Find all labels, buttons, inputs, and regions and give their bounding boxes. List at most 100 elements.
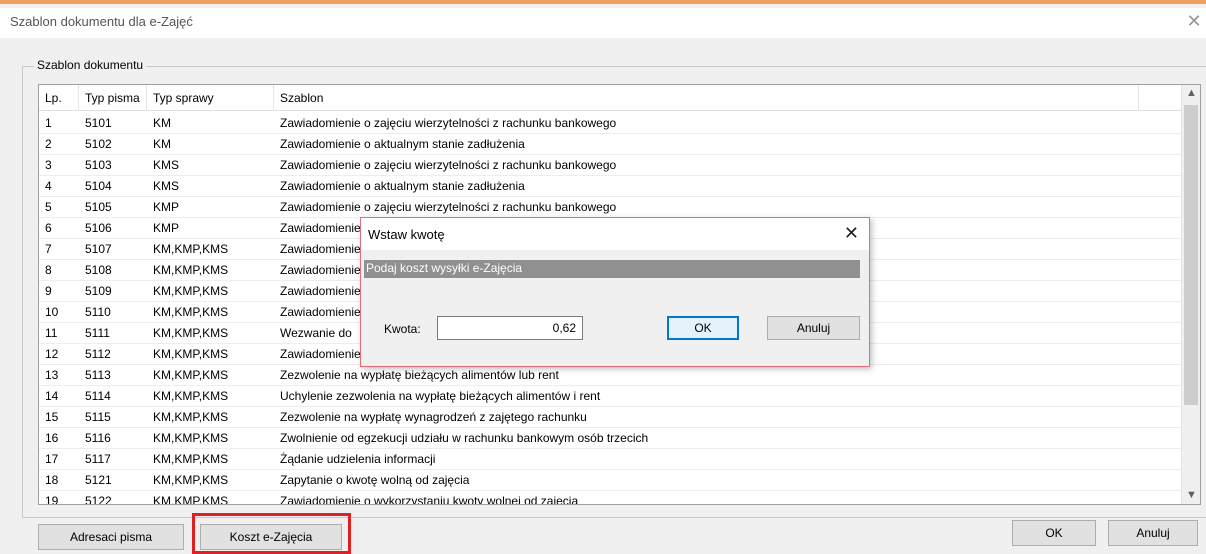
row-typ-pisma: 5110 — [85, 305, 111, 319]
row-typ-pisma: 5116 — [85, 431, 111, 445]
row-typ-sprawy: KMS — [153, 158, 180, 172]
table-row[interactable]: 14 5114 KM,KMP,KMS Uchylenie zezwolenia na … — [39, 386, 1182, 407]
row-typ-sprawy: KM,KMP,KMS — [153, 347, 229, 361]
row-typ-sprawy: KM,KMP,KMS — [153, 305, 229, 319]
row-lp: 1 — [45, 116, 52, 130]
row-lp: 12 — [45, 347, 59, 361]
row-lp: 2 — [45, 137, 52, 151]
row-typ-pisma: 5117 — [85, 452, 111, 466]
column-header-typ-pisma[interactable]: Typ pisma — [79, 85, 147, 111]
row-typ-sprawy: KMP — [153, 221, 180, 235]
row-typ-sprawy: KM,KMP,KMS — [153, 473, 229, 487]
row-lp: 9 — [45, 284, 52, 298]
scroll-thumb[interactable] — [1184, 105, 1198, 405]
row-typ-sprawy: KM,KMP,KMS — [153, 326, 229, 340]
close-icon[interactable]: ✕ — [1184, 11, 1204, 32]
row-szablon: Zawiadomienie o wykorzystaniu kwoty woln… — [280, 494, 579, 505]
row-szablon: Żądanie udzielenia informacji — [280, 452, 436, 466]
table-row[interactable]: 1 5101 KM Zawiadomienie o zajęciu wierzytel… — [39, 113, 1182, 134]
row-szablon: Uchylenie zezwolenia na wypłatę bieżącyc… — [280, 389, 601, 403]
vertical-scrollbar[interactable]: ▲ ▼ — [1181, 85, 1200, 504]
dialog-title-bar: Wstaw kwotę ✕ — [361, 218, 869, 250]
table-row[interactable]: 15 5115 KM,KMP,KMS Zezwolenie na wypłatę wy… — [39, 407, 1182, 428]
row-szablon: Zapytanie o kwotę wolną od zajęcia — [280, 473, 470, 487]
row-typ-pisma: 5108 — [85, 263, 112, 277]
table-row[interactable]: 17 5117 KM,KMP,KMS Żądanie udzielenia infor… — [39, 449, 1182, 470]
row-szablon: Zwolnienie od egzekucji udziału w rachun… — [280, 431, 649, 445]
row-typ-sprawy: KM,KMP,KMS — [153, 431, 229, 445]
row-lp: 14 — [45, 389, 59, 403]
table-row[interactable]: 18 5121 KM,KMP,KMS Zapytanie o kwotę wolną … — [39, 470, 1182, 491]
row-typ-pisma: 5102 — [85, 137, 112, 151]
amount-dialog: Wstaw kwotę ✕ Podaj koszt wysyłki e-Zaję… — [360, 217, 870, 367]
row-lp: 7 — [45, 242, 52, 256]
table-row[interactable]: 5 5105 KMP Zawiadomienie o zajęciu wierzyte… — [39, 197, 1182, 218]
row-typ-sprawy: KM,KMP,KMS — [153, 284, 229, 298]
row-lp: 17 — [45, 452, 59, 466]
main-window: Szablon dokumentu dla e-Zajęć ✕ Szablon … — [0, 0, 1206, 554]
cancel-button[interactable]: Anuluj — [1108, 520, 1198, 546]
amount-label: Kwota: — [384, 322, 421, 336]
row-szablon: Zezwolenie na wypłatę wynagrodzeń z zaję… — [280, 410, 587, 424]
row-typ-pisma: 5101 — [85, 116, 112, 130]
amount-input[interactable]: 0,62 — [437, 316, 583, 340]
row-lp: 3 — [45, 158, 52, 172]
row-typ-pisma: 5112 — [85, 347, 111, 361]
row-szablon: Zawiadomienie o aktualnym stanie zadłuże… — [280, 137, 525, 151]
row-typ-sprawy: KMP — [153, 200, 180, 214]
row-typ-pisma: 5122 — [85, 494, 112, 505]
row-szablon: Zezwolenie na wypłatę bieżących alimentó… — [280, 368, 559, 382]
dialog-prompt: Podaj koszt wysyłki e-Zajęcia — [366, 261, 523, 275]
cost-button-highlight — [192, 513, 351, 554]
column-header-lp[interactable]: Lp. — [39, 85, 79, 111]
dialog-close-icon[interactable]: ✕ — [844, 223, 859, 244]
ok-button[interactable]: OK — [1012, 520, 1096, 546]
scroll-up-icon[interactable]: ▲ — [1182, 85, 1200, 102]
window-title: Szablon dokumentu dla e-Zajęć — [10, 14, 193, 29]
row-typ-pisma: 5104 — [85, 179, 112, 193]
group-label: Szablon dokumentu — [34, 58, 147, 72]
row-typ-sprawy: KM,KMP,KMS — [153, 242, 229, 256]
row-typ-sprawy: KM,KMP,KMS — [153, 368, 229, 382]
dialog-title: Wstaw kwotę — [368, 227, 445, 242]
table-row[interactable]: 19 5122 KM,KMP,KMS Zawiadomienie o wykorzys… — [39, 491, 1182, 505]
dialog-ok-button[interactable]: OK — [667, 316, 739, 340]
scroll-down-icon[interactable]: ▼ — [1182, 487, 1200, 504]
row-lp: 11 — [45, 326, 58, 340]
row-lp: 15 — [45, 410, 59, 424]
title-bar: Szablon dokumentu dla e-Zajęć ✕ — [0, 8, 1206, 38]
row-typ-sprawy: KM — [153, 137, 171, 151]
row-typ-pisma: 5121 — [85, 473, 112, 487]
table-row[interactable]: 16 5116 KM,KMP,KMS Zwolnienie od egzekucji … — [39, 428, 1182, 449]
row-typ-sprawy: KMS — [153, 179, 180, 193]
table-row[interactable]: 2 5102 KM Zawiadomienie o aktualnym stanie … — [39, 134, 1182, 155]
row-typ-sprawy: KM,KMP,KMS — [153, 452, 229, 466]
column-header-typ-sprawy[interactable]: Typ sprawy — [147, 85, 274, 111]
row-typ-pisma: 5115 — [85, 410, 111, 424]
grid-header: Lp. Typ pisma Typ sprawy Szablon — [39, 85, 1182, 111]
dialog-cancel-button[interactable]: Anuluj — [767, 316, 860, 340]
row-szablon: Zawiadomienie o aktualnym stanie zadłuże… — [280, 179, 525, 193]
row-typ-sprawy: KM,KMP,KMS — [153, 263, 229, 277]
recipients-button[interactable]: Adresaci pisma — [38, 524, 184, 550]
table-row[interactable]: 4 5104 KMS Zawiadomienie o aktualnym stanie… — [39, 176, 1182, 197]
row-typ-sprawy: KM,KMP,KMS — [153, 389, 229, 403]
row-lp: 8 — [45, 263, 52, 277]
row-typ-pisma: 5111 — [85, 326, 110, 340]
row-lp: 6 — [45, 221, 52, 235]
row-typ-pisma: 5103 — [85, 158, 112, 172]
column-header-szablon[interactable]: Szablon — [274, 85, 1139, 111]
row-lp: 18 — [45, 473, 59, 487]
row-lp: 10 — [45, 305, 59, 319]
row-lp: 19 — [45, 494, 59, 505]
table-row[interactable]: 13 5113 KM,KMP,KMS Zezwolenie na wypłatę bi… — [39, 365, 1182, 386]
row-szablon: Zawiadomienie o zajęciu wierzytelności z… — [280, 116, 617, 130]
row-szablon: Zawiadomienie o zajęciu wierzytelności z… — [280, 200, 617, 214]
table-row[interactable]: 3 5103 KMS Zawiadomienie o zajęciu wierzyte… — [39, 155, 1182, 176]
column-header-extra — [1139, 85, 1182, 111]
row-typ-sprawy: KM,KMP,KMS — [153, 410, 229, 424]
row-lp: 4 — [45, 179, 52, 193]
row-typ-pisma: 5113 — [85, 368, 111, 382]
row-typ-pisma: 5106 — [85, 221, 112, 235]
row-typ-pisma: 5109 — [85, 284, 112, 298]
